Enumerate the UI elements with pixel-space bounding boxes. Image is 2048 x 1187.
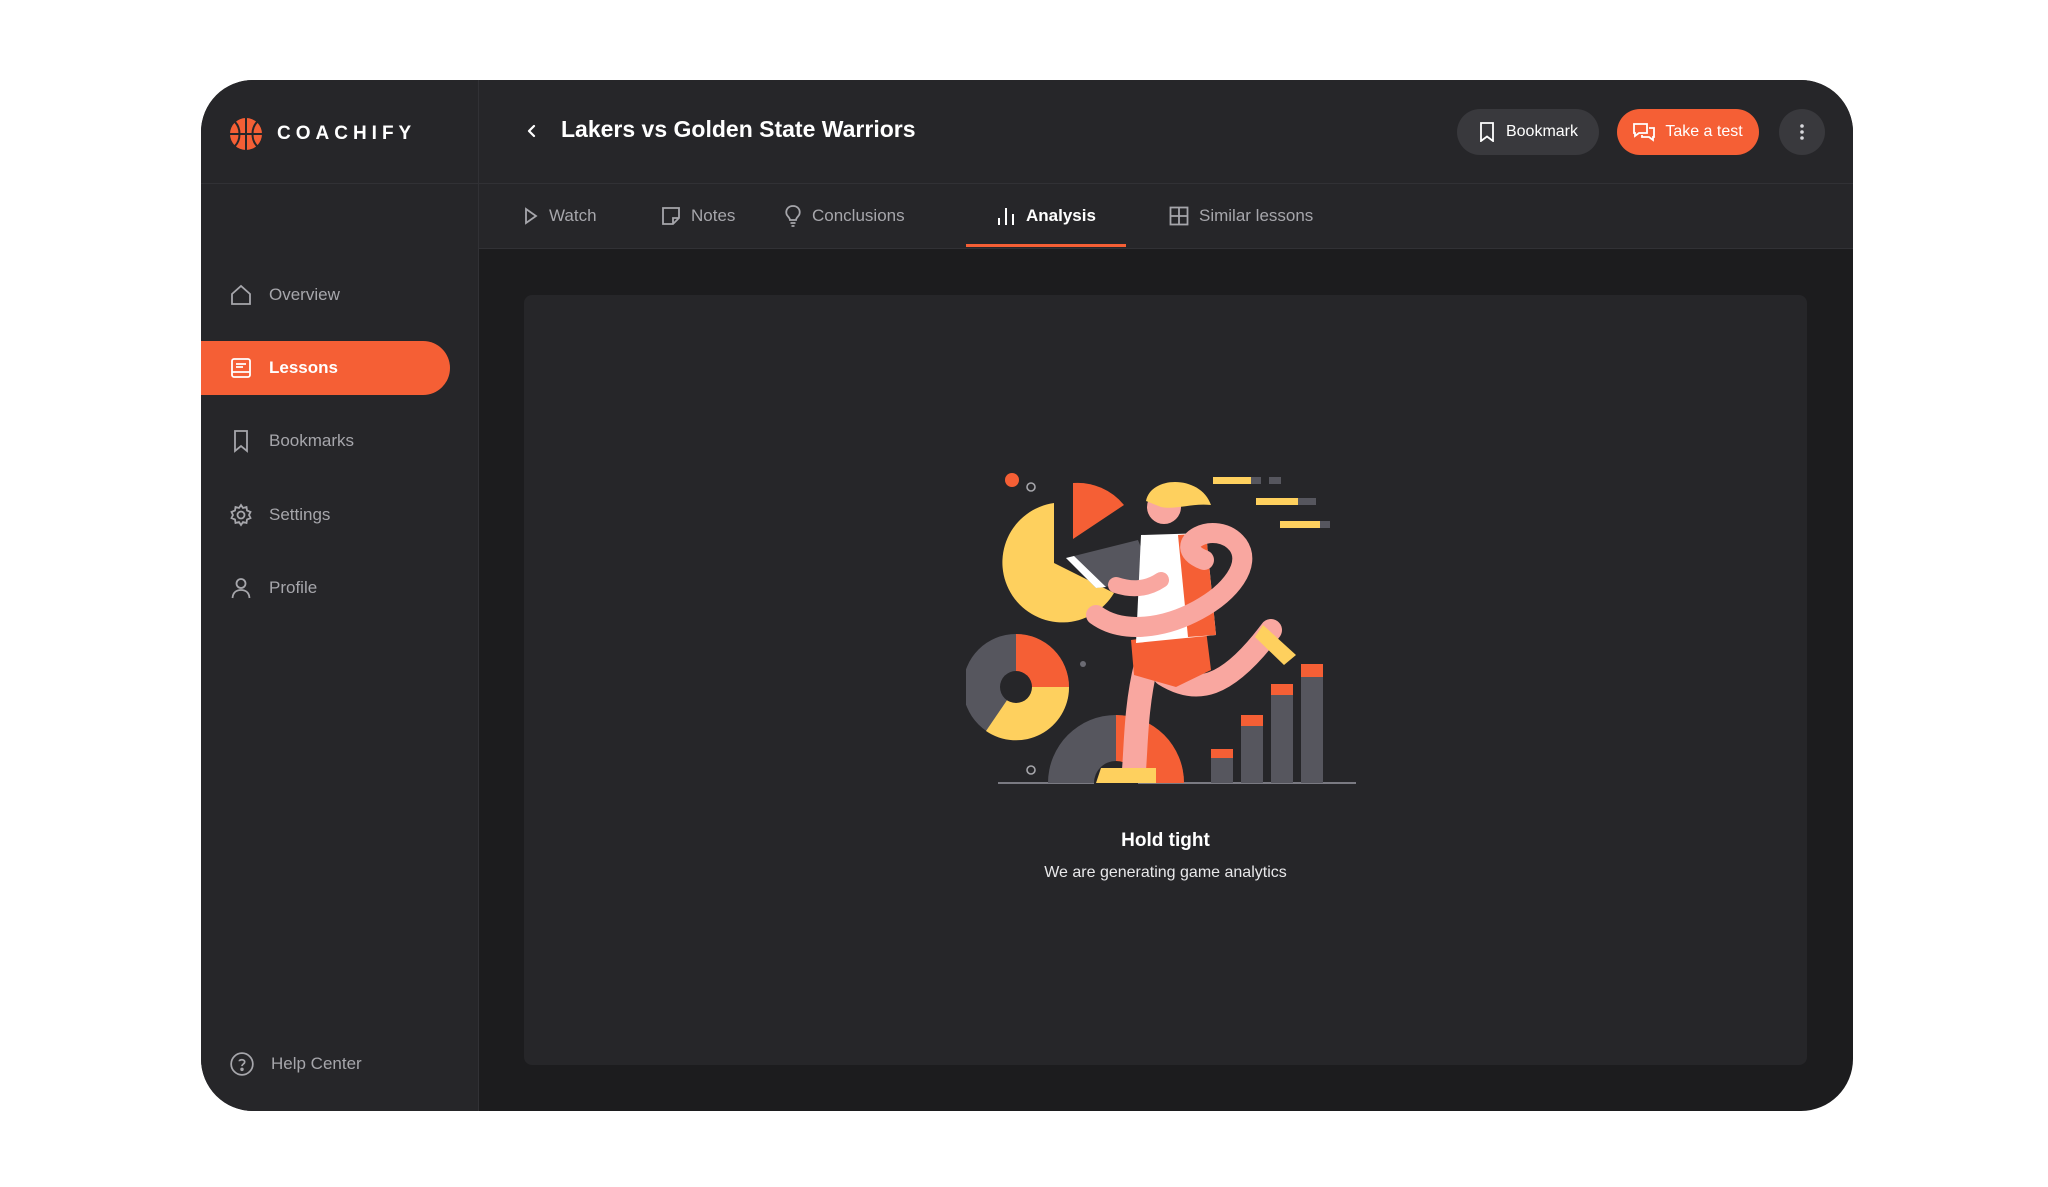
bar-chart-icon	[998, 208, 1014, 225]
bookmark-icon	[234, 430, 248, 453]
analysis-panel: Hold tight We are generating game analyt…	[524, 295, 1807, 1065]
home-icon	[231, 284, 251, 305]
take-test-button-label: Take a test	[1665, 123, 1743, 140]
bookmark-button-label: Bookmark	[1505, 123, 1579, 140]
chevron-left-icon	[527, 124, 536, 138]
help-icon	[230, 1052, 254, 1076]
sidebar-item-label: Profile	[269, 578, 318, 597]
lesson-icon	[231, 358, 251, 378]
tab-label: Analysis	[1026, 206, 1096, 225]
chat-icon	[1633, 123, 1656, 142]
header: Lakers vs Golden State Warriors Bookmark…	[479, 80, 1853, 184]
empty-state-subtitle: We are generating game analytics	[1044, 864, 1287, 881]
page-title: Lakers vs Golden State Warriors	[561, 116, 916, 142]
help-center-label: Help Center	[271, 1054, 362, 1073]
brand-name: COACHIFY	[277, 123, 417, 144]
grid-icon	[1169, 206, 1189, 226]
tab-watch[interactable]: Watch	[523, 184, 597, 248]
sidebar-item-label: Settings	[269, 505, 331, 524]
tab-conclusions[interactable]: Conclusions	[784, 184, 905, 248]
help-center-link[interactable]: Help Center	[229, 1051, 362, 1077]
bookmark-button[interactable]: Bookmark	[1457, 109, 1599, 155]
basketball-logo-icon	[230, 118, 262, 150]
active-tab-indicator	[966, 244, 1126, 247]
sidebar-item-bookmarks[interactable]: Bookmarks	[201, 414, 450, 468]
gear-icon	[230, 503, 252, 527]
tab-label: Conclusions	[812, 206, 905, 225]
tab-analysis[interactable]: Analysis	[996, 184, 1096, 248]
back-button[interactable]	[519, 118, 545, 144]
sidebar-item-label: Lessons	[269, 358, 338, 377]
bookmark-icon	[1480, 122, 1494, 142]
sidebar-item-settings[interactable]: Settings	[201, 488, 450, 542]
sidebar-item-profile[interactable]: Profile	[201, 561, 450, 615]
user-icon	[231, 578, 251, 599]
app-window: COACHIFY Overview Lessons Bookmarks Sett…	[201, 80, 1853, 1111]
empty-state-title: Hold tight	[1121, 830, 1210, 851]
more-options-button[interactable]	[1779, 109, 1825, 155]
tab-label: Notes	[691, 206, 736, 225]
take-test-button[interactable]: Take a test	[1617, 109, 1759, 155]
analytics-illustration	[966, 473, 1356, 785]
bulb-icon	[785, 205, 801, 227]
play-icon	[525, 207, 538, 225]
brand[interactable]: COACHIFY	[229, 116, 416, 152]
divider	[201, 183, 478, 184]
tab-notes[interactable]: Notes	[661, 184, 735, 248]
tab-label: Watch	[549, 206, 597, 225]
sidebar-item-label: Bookmarks	[269, 431, 355, 450]
sidebar-item-overview[interactable]: Overview	[201, 268, 450, 322]
sidebar: COACHIFY Overview Lessons Bookmarks Sett…	[201, 80, 479, 1111]
sidebar-item-label: Overview	[269, 285, 340, 304]
tab-label: Similar lessons	[1199, 206, 1314, 225]
tab-bar: Watch Notes Conclusions Analysis Similar…	[479, 184, 1853, 249]
note-icon	[662, 207, 680, 225]
sidebar-item-lessons[interactable]: Lessons	[201, 341, 450, 395]
more-vertical-icon	[1800, 124, 1804, 140]
tab-similar-lessons[interactable]: Similar lessons	[1169, 184, 1313, 248]
